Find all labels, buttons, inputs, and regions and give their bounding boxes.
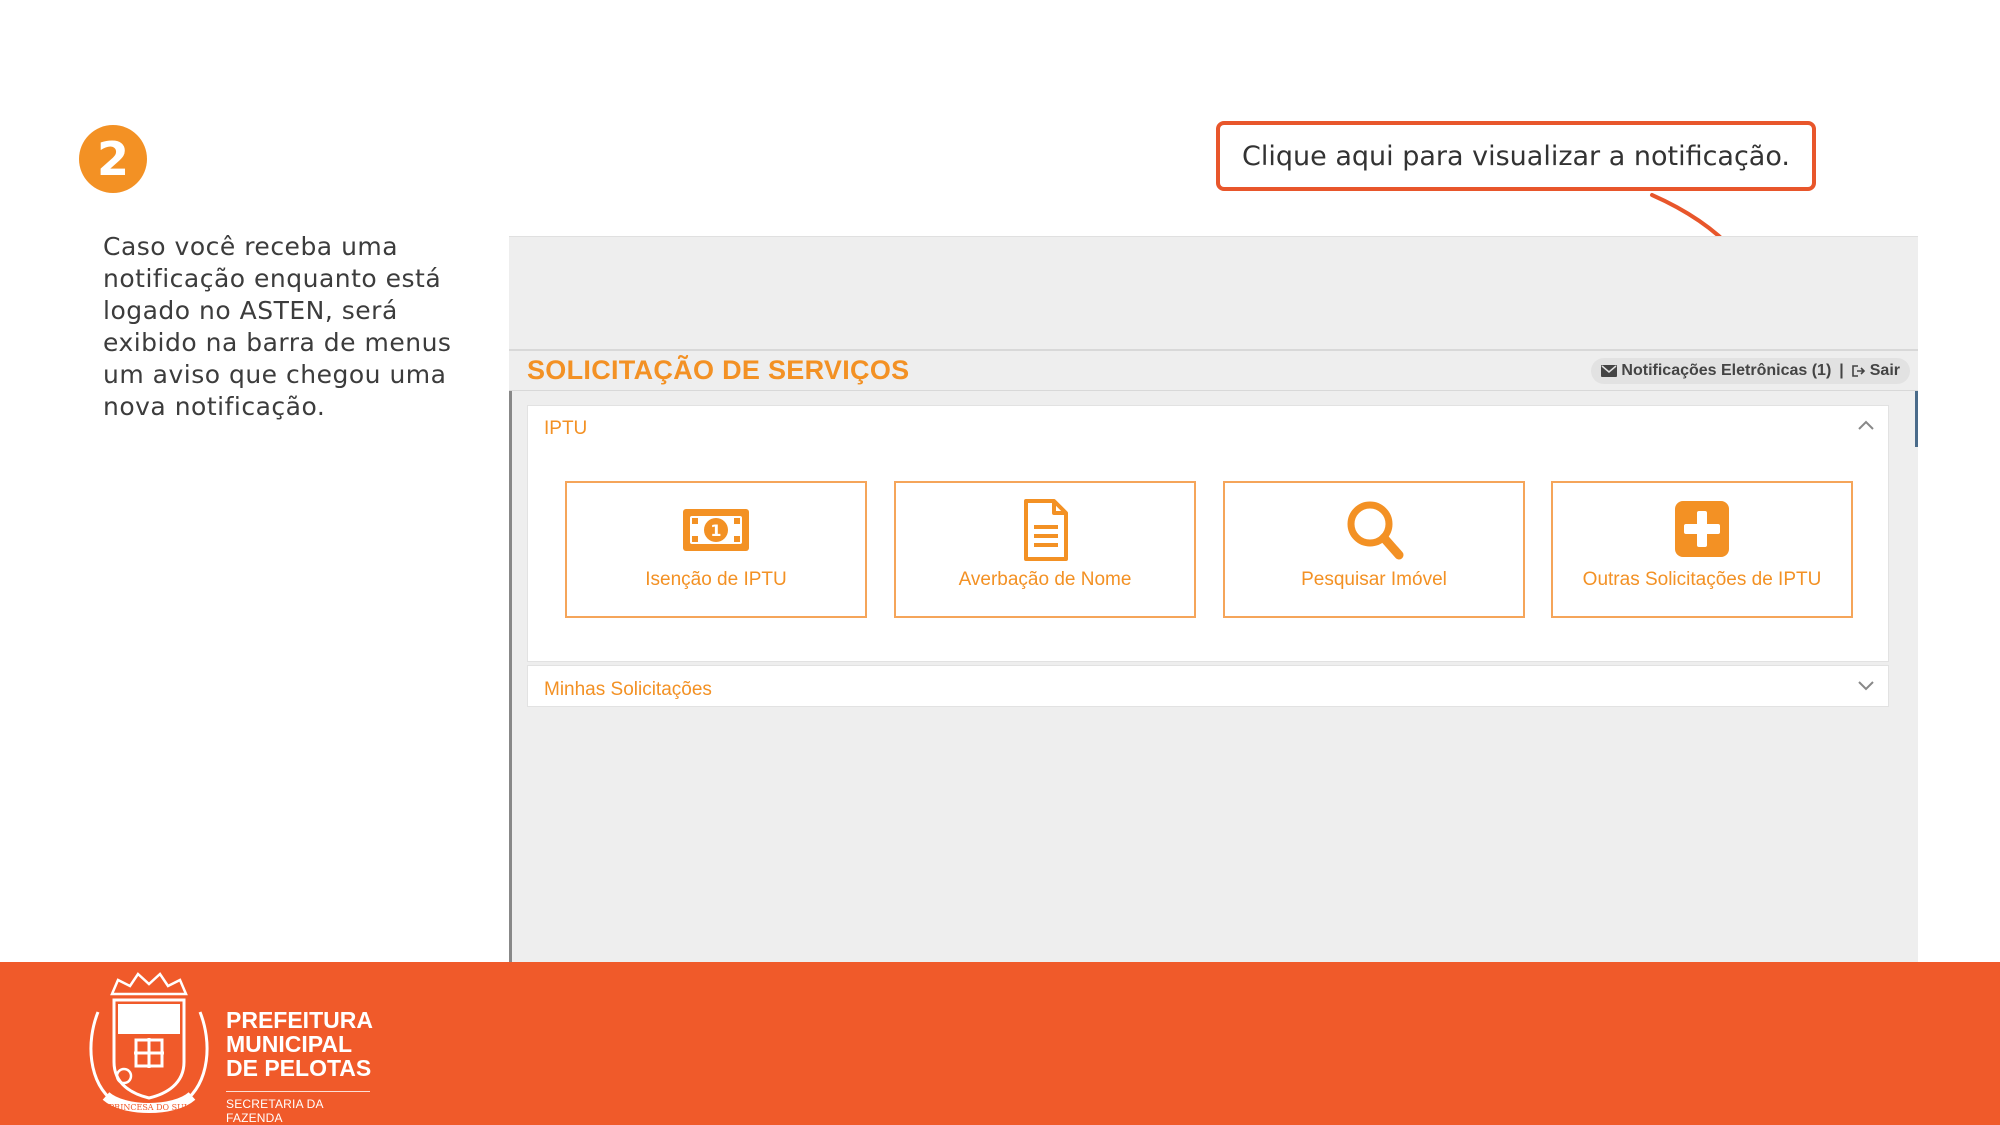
logout-label: Sair — [1869, 362, 1900, 379]
envelope-icon — [1601, 365, 1618, 377]
tile-label: Pesquisar Imóvel — [1301, 569, 1447, 590]
iptu-panel-heading[interactable]: IPTU — [544, 418, 587, 440]
chevron-down-icon[interactable] — [1856, 678, 1876, 692]
organization-name: PREFEITURA MUNICIPAL DE PELOTAS — [226, 1008, 373, 1080]
document-icon — [1024, 499, 1068, 561]
notifications-label: Notificações Eletrônicas (1) — [1621, 362, 1832, 379]
tile-label: Outras Solicitações de IPTU — [1582, 569, 1822, 590]
footer-bar: PRINCESA DO SUL PREFEITURA MUNICIPAL DE … — [0, 962, 2000, 1125]
department-name: SECRETARIA DA FAZENDA — [226, 1091, 370, 1125]
tile-isencao-iptu[interactable]: 1 Isenção de IPTU — [565, 481, 867, 618]
tile-outras-solicitacoes[interactable]: Outras Solicitações de IPTU — [1551, 481, 1853, 618]
svg-text:1: 1 — [710, 521, 721, 540]
step-description: Caso você receba uma notificação enquant… — [103, 232, 452, 421]
app-screenshot: SOLICITAÇÃO DE SERVIÇOS Notificações Ele… — [509, 236, 1918, 964]
chevron-up-icon[interactable] — [1856, 418, 1876, 432]
minhas-solicitacoes-panel[interactable]: Minhas Solicitações — [527, 665, 1889, 707]
tile-averbacao-nome[interactable]: Averbação de Nome — [894, 481, 1196, 618]
logout-link[interactable]: Sair — [1851, 362, 1900, 380]
app-left-border — [509, 349, 512, 964]
org-line: DE PELOTAS — [226, 1055, 372, 1081]
menu-bar: SOLICITAÇÃO DE SERVIÇOS Notificações Ele… — [509, 349, 1918, 391]
tile-label: Isenção de IPTU — [645, 569, 787, 590]
money-bill-icon: 1 — [683, 509, 749, 551]
user-menu: Notificações Eletrônicas (1) | Sair — [1591, 358, 1910, 384]
minhas-solicitacoes-heading[interactable]: Minhas Solicitações — [544, 679, 712, 701]
tile-pesquisar-imovel[interactable]: Pesquisar Imóvel — [1223, 481, 1525, 618]
logout-icon — [1851, 365, 1865, 377]
page-title: SOLICITAÇÃO DE SERVIÇOS — [527, 355, 910, 385]
callout-box: Clique aqui para visualizar a notificaçã… — [1216, 121, 1816, 191]
crest-motto: PRINCESA DO SUL — [109, 1103, 190, 1112]
menu-separator: | — [1839, 362, 1844, 379]
iptu-panel: IPTU 1 Isenção de IPTU Averbação de Nome… — [527, 405, 1889, 662]
search-icon — [1347, 501, 1404, 560]
org-line: MUNICIPAL — [226, 1031, 353, 1057]
city-crest-logo: PRINCESA DO SUL — [89, 972, 209, 1113]
org-line: PREFEITURA — [226, 1007, 373, 1033]
notifications-link[interactable]: Notificações Eletrônicas (1) — [1601, 362, 1831, 380]
step-number-badge: 2 — [79, 125, 147, 193]
callout-text: Clique aqui para visualizar a notificaçã… — [1242, 140, 1790, 172]
tile-label: Averbação de Nome — [958, 569, 1132, 590]
plus-square-icon — [1675, 501, 1729, 557]
